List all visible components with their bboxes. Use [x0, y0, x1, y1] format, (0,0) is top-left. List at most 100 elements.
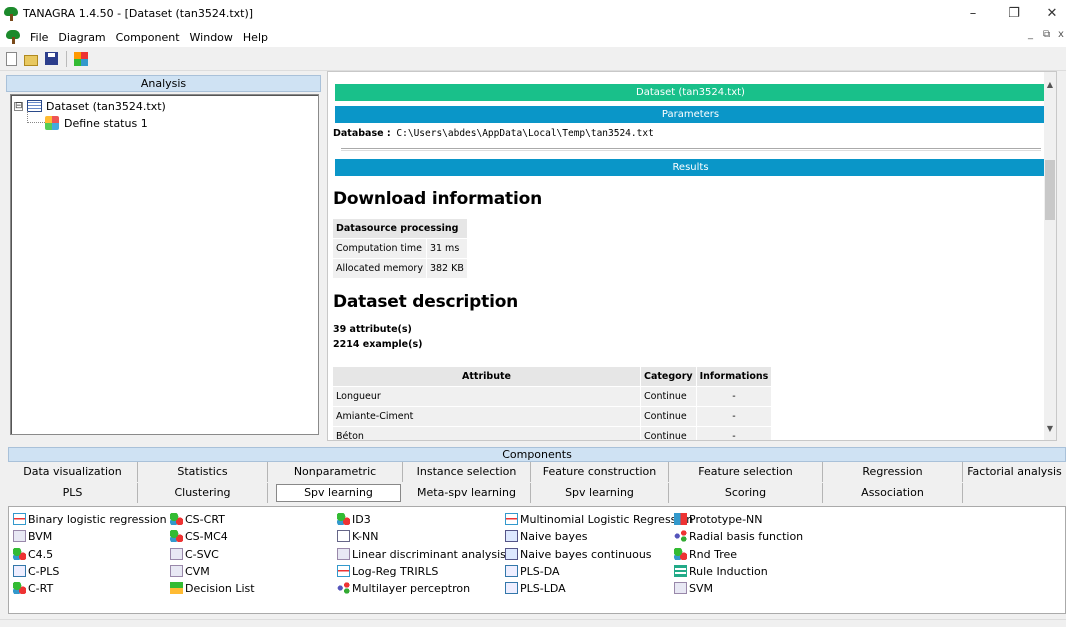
table-cell: Longueur	[333, 387, 640, 406]
menu-help[interactable]: Help	[238, 31, 273, 44]
tab-scoring[interactable]: Scoring	[669, 483, 823, 503]
naive-bayes-icon	[505, 548, 518, 560]
component-item[interactable]: C-SVC	[170, 546, 219, 562]
menu-diagram[interactable]: Diagram	[53, 31, 110, 44]
component-label: BVM	[28, 529, 53, 543]
scroll-thumb[interactable]	[1045, 160, 1055, 220]
tab-spv-learning[interactable]: Spv learning	[276, 484, 401, 502]
tab-pls[interactable]: PLS	[8, 483, 138, 503]
component-label: Naive bayes	[520, 529, 588, 543]
mdi-close-button[interactable]: x	[1058, 29, 1064, 40]
component-label: Multinomial Logistic Regression	[520, 512, 694, 526]
tab-nonparametric-statistics[interactable]: Nonparametric statistics	[268, 462, 403, 498]
table-row: Amiante-Ciment Continue -	[333, 407, 772, 426]
define-status-button[interactable]	[73, 51, 89, 67]
mdi-restore-button[interactable]: ⧉	[1043, 29, 1050, 40]
tab-statistics[interactable]: Statistics	[138, 462, 268, 482]
tab-instance-selection[interactable]: Instance selection	[403, 462, 531, 482]
restore-button[interactable]: ❐	[994, 0, 1034, 27]
tab-association[interactable]: Association	[823, 483, 963, 503]
scroll-down-icon[interactable]: ▼	[1044, 424, 1056, 433]
neural-net-icon	[674, 530, 687, 542]
title-bar: TANAGRA 1.4.50 - [Dataset (tan3524.txt)]…	[0, 0, 1066, 27]
component-label: Decision List	[185, 581, 255, 595]
tab-factorial-analysis[interactable]: Factorial analysis	[963, 462, 1066, 482]
tab-clustering[interactable]: Clustering	[138, 483, 268, 503]
rule-icon	[674, 565, 687, 577]
component-item[interactable]: CVM	[170, 563, 210, 579]
minimize-button[interactable]: –	[953, 0, 993, 27]
menu-component[interactable]: Component	[111, 31, 185, 44]
scroll-up-icon[interactable]: ▲	[1044, 80, 1056, 89]
component-item[interactable]: C-PLS	[13, 563, 59, 579]
tree-icon	[13, 582, 26, 594]
tree-icon	[337, 513, 350, 525]
naive-bayes-icon	[505, 530, 518, 542]
open-diagram-button[interactable]	[24, 51, 40, 67]
component-item[interactable]: Rule Induction	[674, 563, 768, 579]
component-item[interactable]: PLS-LDA	[505, 580, 566, 596]
component-item[interactable]: ID3	[337, 511, 371, 527]
component-label: Rnd Tree	[689, 547, 738, 561]
prototype-icon	[674, 513, 687, 525]
component-item[interactable]: Decision List	[170, 580, 255, 596]
table-cell: Continue	[641, 387, 696, 406]
component-label: ID3	[352, 512, 371, 526]
component-item[interactable]: BVM	[13, 528, 52, 544]
menu-window[interactable]: Window	[185, 31, 238, 44]
component-item[interactable]: Naive bayes	[505, 528, 588, 544]
component-item[interactable]: Rnd Tree	[674, 546, 737, 562]
tab-spv-learning-assessment[interactable]: Spv learning assessment	[531, 483, 669, 519]
table-row: Béton Continue -	[333, 427, 772, 440]
component-item[interactable]: Radial basis function	[674, 528, 803, 544]
pls-icon	[505, 582, 518, 594]
tab-regression[interactable]: Regression	[823, 462, 963, 482]
tree-icon	[674, 548, 687, 560]
table-cell: 382 KB	[426, 259, 467, 278]
pls-icon	[505, 565, 518, 577]
new-diagram-button[interactable]	[4, 51, 20, 67]
component-item[interactable]: K-NN	[337, 528, 379, 544]
component-label: CVM	[185, 564, 210, 578]
tree-connector	[27, 111, 45, 123]
table-cell: Continue	[641, 407, 696, 426]
menu-file[interactable]: File	[25, 31, 53, 44]
report-scrollbar[interactable]: ▲ ▼	[1044, 72, 1056, 440]
report-pane: Dataset (tan3524.txt) Parameters Databas…	[327, 71, 1057, 441]
component-item[interactable]: CS-CRT	[170, 511, 225, 527]
component-item[interactable]: Binary logistic regression	[13, 511, 167, 527]
component-item[interactable]: Multilayer perceptron	[337, 580, 470, 596]
component-item[interactable]: SVM	[674, 580, 713, 596]
tab-meta-spv-learning[interactable]: Meta-spv learning	[403, 483, 531, 503]
logistic-icon	[505, 513, 518, 525]
tab-feature-construction[interactable]: Feature construction	[531, 462, 669, 482]
close-button[interactable]: ✕	[1032, 0, 1066, 27]
component-item[interactable]: C-RT	[13, 580, 53, 596]
component-item[interactable]: Naive bayes continuous	[505, 546, 652, 562]
component-label: CS-MC4	[185, 529, 228, 543]
results-bar: Results	[335, 159, 1046, 176]
database-path: C:\Users\abdes\AppData\Local\Temp\tan352…	[396, 128, 654, 139]
component-item[interactable]: C4.5	[13, 546, 53, 562]
save-diagram-button[interactable]	[44, 51, 60, 67]
component-item[interactable]: Linear discriminant analysis	[337, 546, 506, 562]
mdi-minimize-button[interactable]: _	[1028, 29, 1033, 40]
tab-data-visualization[interactable]: Data visualization	[8, 462, 138, 482]
table-cell: -	[696, 407, 772, 426]
component-item[interactable]: CS-MC4	[170, 528, 228, 544]
component-list: Binary logistic regression BVM C4.5 C-PLS C-…	[8, 506, 1066, 614]
tab-feature-selection[interactable]: Feature selection	[669, 462, 823, 482]
component-item[interactable]: Prototype-NN	[674, 511, 763, 527]
component-item[interactable]: Multinomial Logistic Regression	[505, 511, 693, 527]
toolbar	[0, 47, 1066, 71]
component-label: SVM	[689, 581, 713, 595]
component-label: K-NN	[352, 529, 379, 543]
tree-node-define-status[interactable]: Define status 1	[45, 115, 148, 131]
mdi-document-icon[interactable]	[6, 30, 20, 44]
component-item[interactable]: Log-Reg TRIRLS	[337, 563, 438, 579]
tree-node-label: Define status 1	[64, 116, 148, 130]
component-item[interactable]: PLS-DA	[505, 563, 560, 579]
components-icon	[74, 51, 88, 66]
knn-icon	[337, 530, 350, 542]
collapse-icon[interactable]: ⊟	[14, 101, 23, 111]
